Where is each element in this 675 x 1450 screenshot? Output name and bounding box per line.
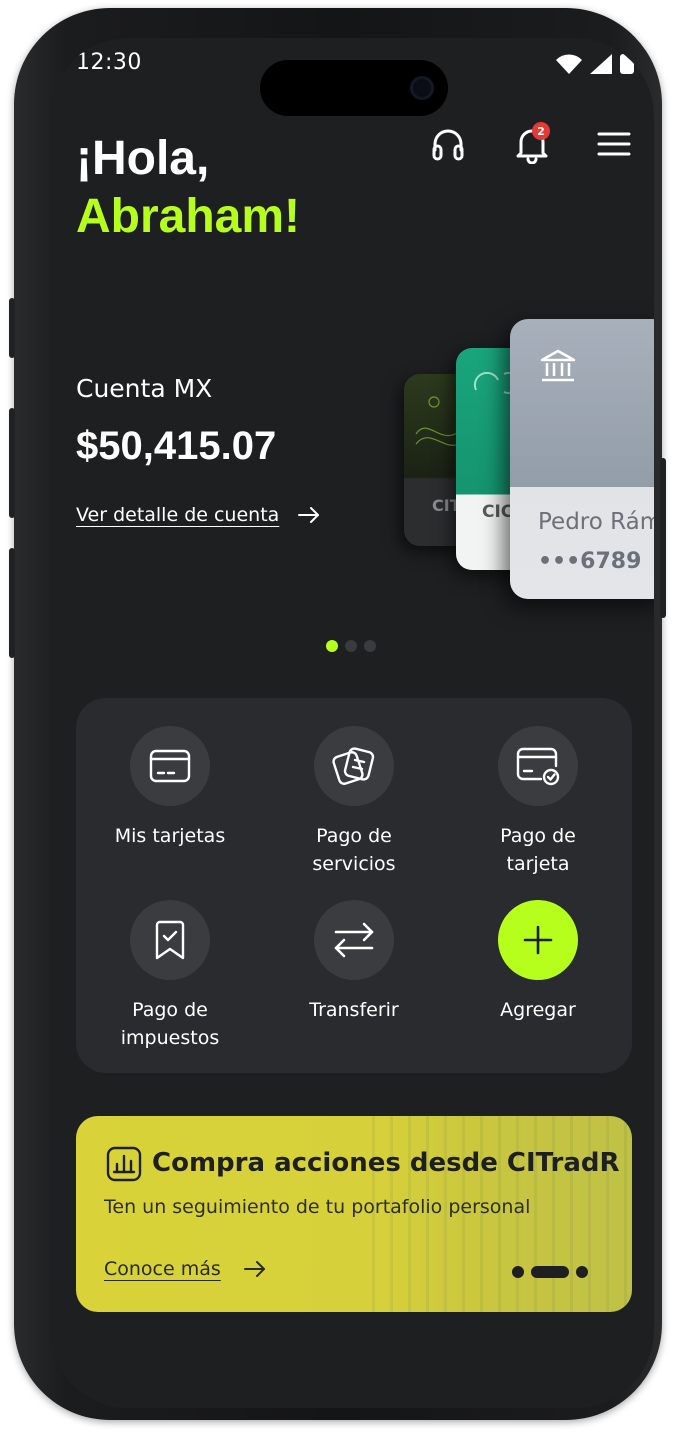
account-name: Cuenta MX [76,374,213,403]
power-button [660,458,666,618]
promo-carousel-dot[interactable] [512,1266,524,1278]
action-mis-tarjetas[interactable]: Mis tarjetas [80,726,260,850]
account-detail-link[interactable]: Ver detalle de cuenta [76,504,321,526]
card-check-icon [516,747,560,786]
camera-icon [410,76,434,100]
promo-carousel-dot-active[interactable] [531,1266,569,1278]
promo-carousel-dot[interactable] [576,1266,588,1278]
bookmark-check-icon [155,920,185,960]
promo-carousel-dots [512,1266,588,1278]
action-pago-de-servicios[interactable]: Pago de servicios [264,726,444,878]
account-balance: $50,415.07 [76,424,277,468]
action-label: Pago de tarjeta [500,825,576,875]
carousel-dot-active[interactable] [326,640,338,652]
action-agregar[interactable]: Agregar [448,900,628,1024]
action-icon-circle [130,900,210,980]
plus-icon [523,925,553,955]
cellular-signal-icon [590,54,612,74]
app-screen: 12:30 ¡Hola, Abraham! 2 Cuenta MX $50,41… [50,38,654,1408]
receipts-icon [332,747,375,785]
card-holder-name: Pedro Rám [538,509,654,535]
arrow-right-icon [298,507,320,523]
promo-link-label: Conoce más [104,1258,221,1280]
action-label: Transferir [309,999,399,1021]
volume-down-button [9,548,15,658]
card-icon [149,749,191,783]
promo-banner[interactable]: Compra acciones desde CITradR Ten un seg… [76,1116,632,1312]
account-detail-link-label: Ver detalle de cuenta [76,504,280,526]
headset-icon [432,129,464,161]
action-icon-circle [498,726,578,806]
status-icons [556,54,634,74]
action-pago-de-tarjeta[interactable]: Pago de tarjeta [448,726,628,878]
account-carousel-dots [326,640,376,652]
bar-chart-icon [106,1146,142,1182]
action-icon-circle [314,900,394,980]
action-label: Agregar [500,999,576,1021]
greeting-line-1: ¡Hola, [76,132,210,185]
quick-actions-panel: Mis tarjetas Pago de servicios Pago de t… [76,698,632,1073]
volume-up-button [9,408,15,518]
card-thumbnail-3[interactable]: Pedro Rám •••6789 [510,319,654,599]
action-label: Pago de impuestos [120,999,220,1049]
transfer-arrows-icon [334,922,374,958]
promo-link[interactable]: Conoce más [104,1258,267,1280]
status-time: 12:30 [76,50,142,75]
greeting-user-name: Abraham! [76,190,301,243]
action-icon-circle [498,900,578,980]
phone-frame: 12:30 ¡Hola, Abraham! 2 Cuenta MX $50,41… [9,8,666,1420]
action-pago-de-impuestos[interactable]: Pago de impuestos [80,900,260,1052]
action-icon-circle [314,726,394,806]
hamburger-menu-icon [597,132,631,156]
support-button[interactable] [424,120,472,168]
greeting: ¡Hola, Abraham! [76,130,300,246]
card-last-digits: •••6789 [538,549,642,574]
arrow-right-icon [243,1261,265,1277]
notification-count-badge: 2 [532,122,550,140]
side-button [9,298,15,358]
carousel-dot[interactable] [364,640,376,652]
card-label: CIC [482,502,514,522]
action-icon-circle [130,726,210,806]
bank-icon [540,349,576,382]
action-label: Pago de servicios [312,825,396,875]
action-transferir[interactable]: Transferir [264,900,444,1024]
battery-icon [620,54,634,74]
wifi-icon [556,54,582,74]
carousel-dot[interactable] [345,640,357,652]
notifications-button[interactable]: 2 [508,120,556,168]
action-label: Mis tarjetas [114,825,226,847]
menu-button[interactable] [590,120,638,168]
promo-subtitle: Ten un seguimiento de tu portafolio pers… [104,1196,531,1218]
promo-title: Compra acciones desde CITradR [152,1148,620,1178]
